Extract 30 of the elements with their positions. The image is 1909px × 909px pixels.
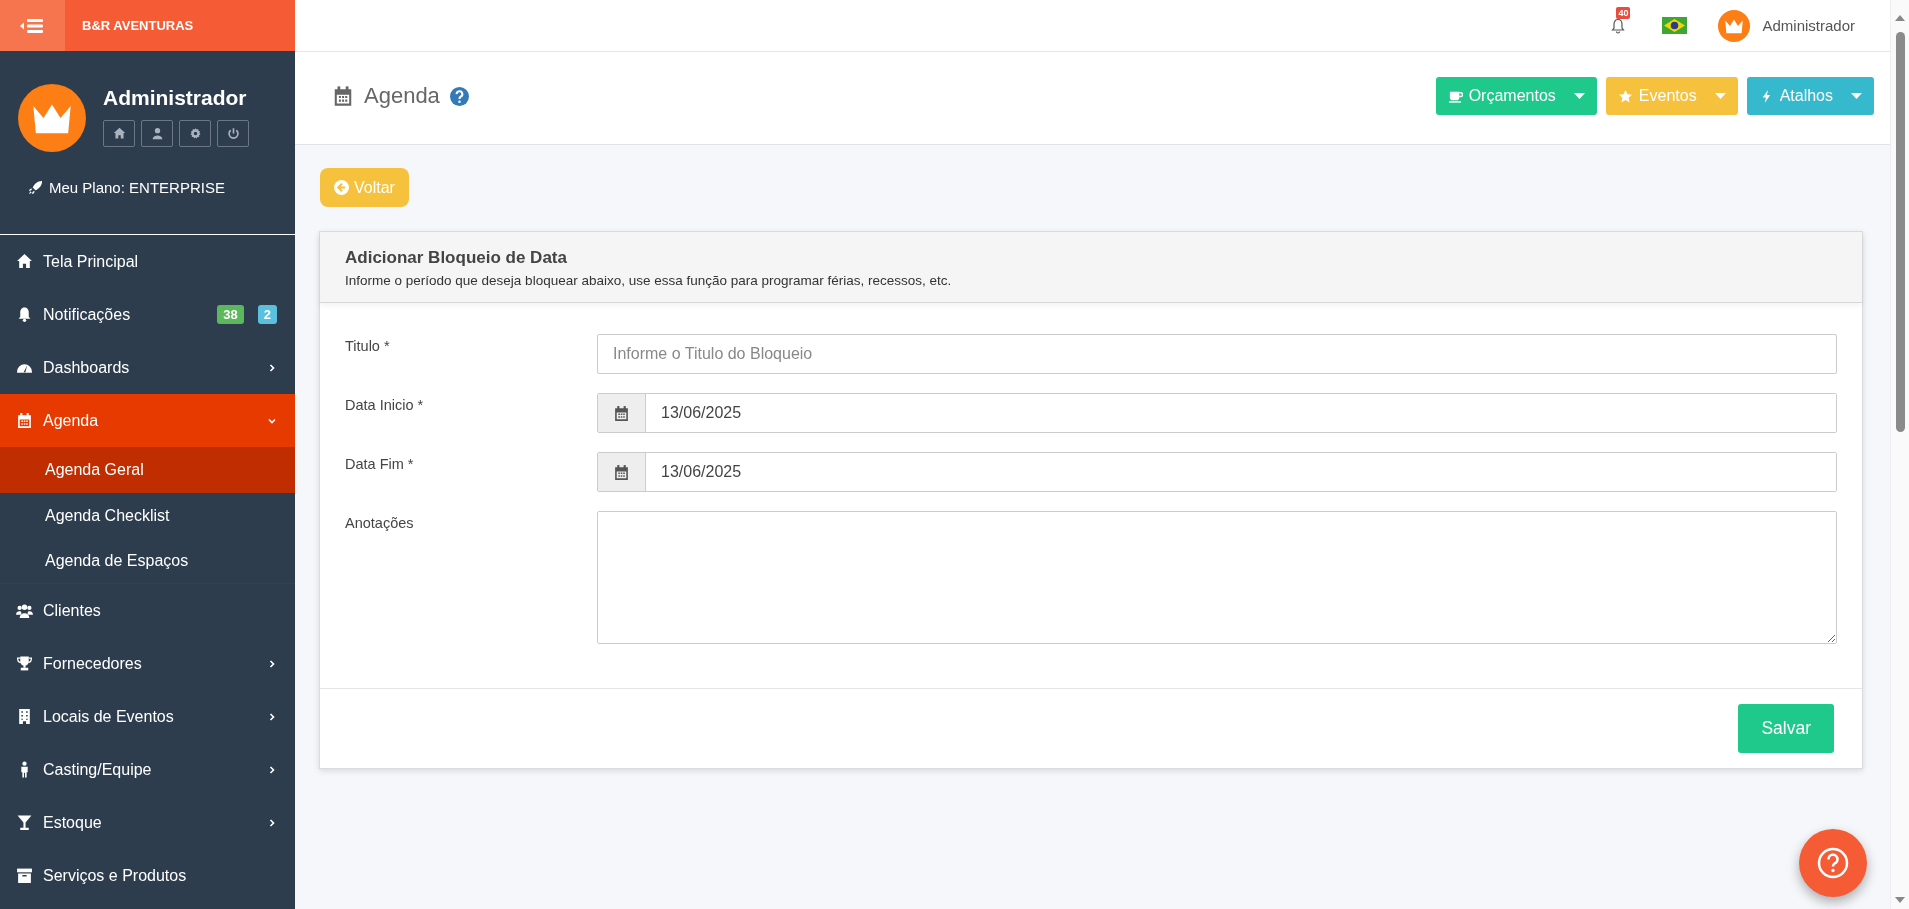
- date-input-field[interactable]: 13/06/2025: [597, 393, 1837, 433]
- form-title: Adicionar Bloqueio de Data: [345, 248, 568, 268]
- submenu-item[interactable]: Agenda de Espaços: [0, 538, 295, 583]
- form-subtitle: Informe o período que deseja bloquear abaixo, use essa função para programar férias, recessos, etc.: [345, 273, 953, 288]
- field-label: Anotações: [345, 514, 415, 531]
- sidebar-item[interactable]: Notificações 38 2: [0, 288, 295, 341]
- count-badge: 2: [257, 305, 277, 324]
- sidebar-item[interactable]: Tela Principal: [0, 235, 295, 288]
- sidebar-item[interactable]: Dashboards: [0, 341, 295, 394]
- user-name[interactable]: Administrador: [1762, 17, 1855, 34]
- field-label: Data Inicio *: [345, 396, 425, 413]
- notification-count: 40: [1616, 6, 1631, 19]
- date-input-field[interactable]: 13/06/2025: [597, 452, 1837, 492]
- title-input-field[interactable]: Informe o Titulo do Bloqueio: [597, 334, 1837, 374]
- profile-name: Administrador: [103, 86, 248, 110]
- field-label: Data Fim *: [345, 455, 415, 472]
- field-label: Titulo *: [345, 337, 391, 354]
- page-title: Agenda: [364, 83, 440, 109]
- sidebar-item[interactable]: Agenda: [0, 394, 295, 447]
- brand-name: B&R AVENTURAS: [82, 18, 194, 33]
- sidebar-item[interactable]: Clientes: [0, 584, 295, 637]
- submenu-item[interactable]: Agenda Geral: [0, 447, 295, 493]
- sidebar-item[interactable]: Locais de Eventos: [0, 690, 295, 743]
- sidebar-item[interactable]: Casting/Equipe: [0, 743, 295, 796]
- submenu-item[interactable]: Agenda Checklist: [0, 493, 295, 538]
- sidebar-item[interactable]: Serviços e Produtos: [0, 849, 295, 902]
- count-badge: 38: [217, 305, 244, 324]
- plan-label: Meu Plano: ENTERPRISE: [49, 179, 225, 196]
- sidebar-item[interactable]: Estoque: [0, 796, 295, 849]
- sidebar-item[interactable]: Fornecedores: [0, 637, 295, 690]
